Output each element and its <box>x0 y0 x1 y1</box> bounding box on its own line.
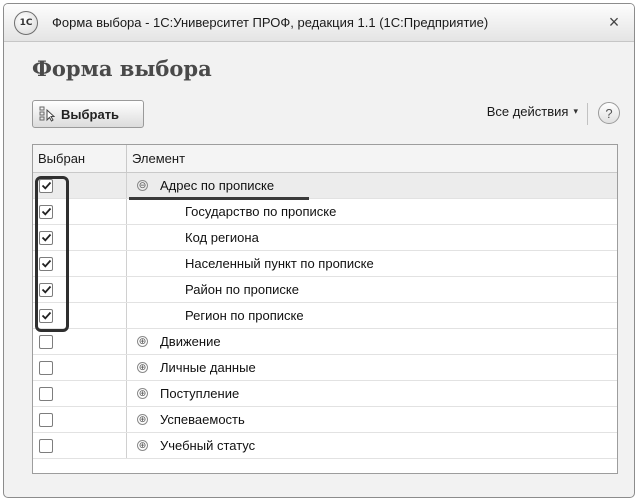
selected-cell <box>33 303 127 328</box>
toolbar: Выбрать Все действия ▾ ? <box>32 100 620 128</box>
select-button-label: Выбрать <box>61 106 120 122</box>
close-icon[interactable]: × <box>604 12 624 33</box>
table-row[interactable]: Код региона <box>33 225 617 251</box>
element-cell: Код региона <box>127 225 617 250</box>
window-title: Форма выбора - 1С:Университет ПРОФ, реда… <box>52 15 489 30</box>
selected-cell <box>33 381 127 406</box>
chevron-down-icon: ▾ <box>573 106 578 116</box>
element-cell: ⊕ Поступление <box>127 381 617 406</box>
table-row[interactable]: Государство по прописке <box>33 199 617 225</box>
table-row[interactable]: ⊖ Адрес по прописке <box>33 173 617 200</box>
table-row[interactable]: ⊕ Поступление <box>33 381 617 407</box>
table-row[interactable]: ⊕ Личные данные <box>33 355 617 381</box>
element-cell: ⊕ Личные данные <box>127 355 617 380</box>
plus-circle-icon[interactable]: ⊕ <box>137 336 148 347</box>
plus-circle-icon[interactable]: ⊕ <box>137 362 148 373</box>
element-label: Поступление <box>160 386 240 401</box>
table-row[interactable]: ⊕ Успеваемость <box>33 407 617 433</box>
element-label: Район по прописке <box>185 282 299 297</box>
checkmark-icon <box>41 233 51 242</box>
row-checkbox[interactable] <box>39 386 53 401</box>
selected-cell <box>33 355 127 380</box>
all-actions-label: Все действия <box>486 104 569 119</box>
element-label: Код региона <box>185 230 259 245</box>
selected-cell <box>33 329 127 354</box>
row-checkbox[interactable] <box>39 178 53 193</box>
table-row[interactable]: Регион по прописке <box>33 303 617 329</box>
row-checkbox[interactable] <box>39 412 53 427</box>
element-label: Адрес по прописке <box>160 178 275 193</box>
checkmark-icon <box>41 207 51 216</box>
element-cell: Район по прописке <box>127 277 617 302</box>
table-header: Выбран Элемент <box>33 145 617 173</box>
table-row[interactable]: Населенный пункт по прописке <box>33 251 617 277</box>
checkmark-icon <box>41 181 51 190</box>
selected-cell <box>33 433 127 458</box>
plus-circle-icon[interactable]: ⊕ <box>137 388 148 399</box>
toolbar-divider <box>587 103 588 125</box>
element-cell: Регион по прописке <box>127 303 617 328</box>
selection-table: Выбран Элемент ⊖ Адрес по прописке Государ… <box>32 144 618 474</box>
checkmark-icon <box>41 311 51 320</box>
row-checkbox[interactable] <box>39 360 53 375</box>
title-bar: 1С Форма выбора - 1С:Университет ПРОФ, р… <box>4 4 634 42</box>
table-body: ⊖ Адрес по прописке Государство по прописк… <box>33 173 617 459</box>
row-checkbox[interactable] <box>39 308 53 323</box>
row-checkbox[interactable] <box>39 334 53 349</box>
table-row[interactable]: Район по прописке <box>33 277 617 303</box>
element-cell: Населенный пункт по прописке <box>127 251 617 276</box>
minus-circle-icon[interactable]: ⊖ <box>137 180 148 191</box>
element-cell: ⊖ Адрес по прописке <box>127 173 617 200</box>
plus-circle-icon[interactable]: ⊕ <box>137 440 148 451</box>
table-row[interactable]: ⊕ Учебный статус <box>33 433 617 459</box>
plus-circle-icon[interactable]: ⊕ <box>137 414 148 425</box>
select-item-icon <box>39 106 55 122</box>
all-actions-menu[interactable]: Все действия ▾ <box>487 104 578 119</box>
selected-cell <box>33 407 127 432</box>
column-header-selected[interactable]: Выбран <box>33 145 127 172</box>
help-icon[interactable]: ? <box>598 102 620 124</box>
row-checkbox[interactable] <box>39 256 53 271</box>
element-cell: Государство по прописке <box>127 199 617 224</box>
element-cell: ⊕ Успеваемость <box>127 407 617 432</box>
form-title: Форма выбора <box>32 56 212 81</box>
element-cell: ⊕ Учебный статус <box>127 433 617 458</box>
row-checkbox[interactable] <box>39 282 53 297</box>
selected-cell <box>33 173 127 198</box>
table-row[interactable]: ⊕ Движение <box>33 329 617 355</box>
1c-logo-icon[interactable]: 1С <box>14 10 38 35</box>
element-label: Учебный статус <box>160 438 256 453</box>
selected-cell <box>33 225 127 250</box>
element-label: Государство по прописке <box>185 204 337 219</box>
element-label: Успеваемость <box>160 412 245 427</box>
selection-form-window: 1С Форма выбора - 1С:Университет ПРОФ, р… <box>3 3 635 498</box>
selected-cell <box>33 277 127 302</box>
column-header-element[interactable]: Элемент <box>127 145 617 172</box>
element-label: Населенный пункт по прописке <box>185 256 374 271</box>
selected-cell <box>33 251 127 276</box>
element-label: Регион по прописке <box>185 308 304 323</box>
row-checkbox[interactable] <box>39 204 53 219</box>
row-checkbox[interactable] <box>39 230 53 245</box>
select-button[interactable]: Выбрать <box>32 100 144 128</box>
row-checkbox[interactable] <box>39 438 53 453</box>
element-label: Движение <box>160 334 221 349</box>
element-cell: ⊕ Движение <box>127 329 617 354</box>
checkmark-icon <box>41 259 51 268</box>
element-label: Личные данные <box>160 360 256 375</box>
selected-cell <box>33 199 127 224</box>
checkmark-icon <box>41 285 51 294</box>
